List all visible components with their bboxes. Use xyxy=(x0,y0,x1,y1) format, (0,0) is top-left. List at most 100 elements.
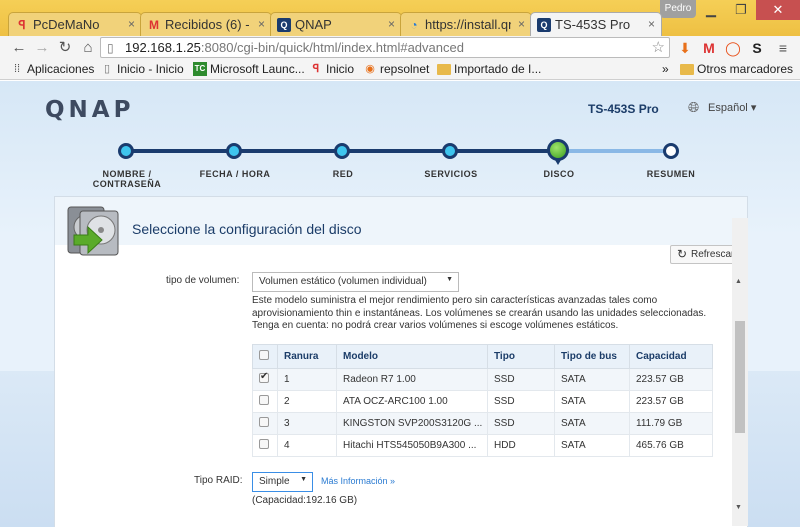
minimize-icon[interactable]: ▁ xyxy=(696,0,726,20)
bookmark-label: Otros marcadores xyxy=(697,62,794,76)
table-row[interactable]: 2 ATA OCZ-ARC100 1.00 SSD SATA 223.57 GB xyxy=(252,390,713,413)
table-row[interactable]: 4 Hitachi HTS545050B9A300 ... HDD SATA 4… xyxy=(252,434,713,457)
browser-toolbar: ← → ↻ ⌂ ▯ 192.168.1.25:8080/cgi-bin/quic… xyxy=(0,36,800,60)
dropdown-arrow-icon: ▼ xyxy=(446,276,453,283)
disk-icon xyxy=(67,206,119,256)
column-header[interactable]: Capacidad xyxy=(629,344,713,369)
table-row[interactable]: 3 KINGSTON SVP200S3120G ... SSD SATA 111… xyxy=(252,412,713,435)
type-cell: SSD xyxy=(487,368,555,391)
capacity-text: (Capacidad:192.16 GB) xyxy=(252,495,358,506)
bookmark-label: Aplicaciones xyxy=(27,62,95,76)
table-row[interactable]: 1 Radeon R7 1.00 SSD SATA 223.57 GB xyxy=(252,368,713,391)
bookmark-folder-otros[interactable]: Otros marcadores xyxy=(680,62,793,76)
slot-cell: 1 xyxy=(277,368,337,391)
tab-gmail[interactable]: M Recibidos (6) - pl × xyxy=(140,12,272,36)
repsol-icon: ◉ xyxy=(365,63,375,75)
bookmark-repsolnet[interactable]: ◉ repsolnet xyxy=(363,62,429,76)
row-checkbox[interactable] xyxy=(259,395,269,405)
panel-scrollbar[interactable]: ▲ ▼ xyxy=(732,218,748,526)
tab-ts453s[interactable]: Q TS-453S Pro × xyxy=(530,12,662,36)
menu-icon[interactable]: ≡ xyxy=(774,39,792,57)
bookmark-inicio[interactable]: ▯ Inicio - Inicio xyxy=(100,62,184,76)
column-header[interactable]: Modelo xyxy=(336,344,488,369)
wizard-progress: NOMBRE / CONTRASEÑA FECHA / HORA RED SER… xyxy=(0,139,800,199)
gmail-extension-icon[interactable]: M xyxy=(700,39,718,57)
browser-titlebar: ꟼ PcDeMaNo × M Recibidos (6) - pl × Q QN… xyxy=(0,0,800,36)
language-selector[interactable]: 🌐︎ Español ▾ xyxy=(688,99,756,115)
row-checkbox[interactable] xyxy=(259,417,269,427)
profile-badge[interactable]: Pedro xyxy=(660,0,696,18)
tab-title: https://install.qna xyxy=(425,17,511,32)
bus-cell: SATA xyxy=(554,412,630,435)
column-header[interactable]: Ranura xyxy=(277,344,337,369)
select-all-checkbox[interactable] xyxy=(259,350,269,360)
row-select-cell[interactable] xyxy=(252,368,278,391)
capacity-cell: 223.57 GB xyxy=(629,368,713,391)
step-dot-summary xyxy=(663,143,679,159)
row-checkbox[interactable] xyxy=(259,439,269,449)
column-header[interactable]: Tipo de bus xyxy=(554,344,630,369)
close-icon[interactable]: × xyxy=(518,17,525,31)
volume-type-select[interactable]: Volumen estático (volumen individual) ▼ xyxy=(252,272,459,292)
folder-icon xyxy=(680,64,694,75)
pcdemano-icon: ꟼ xyxy=(312,63,320,75)
address-bar[interactable]: ▯ 192.168.1.25:8080/cgi-bin/quick/html/i… xyxy=(100,37,670,58)
step-dot-services xyxy=(442,143,458,159)
tab-title: PcDeMaNo xyxy=(33,17,100,32)
step-label-date-time: FECHA / HORA xyxy=(199,169,271,179)
close-icon[interactable]: × xyxy=(388,17,395,31)
bookmark-label: repsolnet xyxy=(380,62,430,76)
close-icon[interactable]: × xyxy=(128,17,135,31)
model-cell: ATA OCZ-ARC100 1.00 xyxy=(336,390,488,413)
close-icon[interactable]: × xyxy=(648,17,655,31)
raid-type-select[interactable]: Simple ▼ xyxy=(252,472,313,492)
url-host: 192.168.1.25 xyxy=(125,40,201,55)
column-header[interactable]: Tipo xyxy=(487,344,555,369)
raid-type-label: Tipo RAID: xyxy=(194,475,243,486)
extension-s-icon[interactable]: S xyxy=(748,39,766,57)
scroll-up-icon[interactable]: ▲ xyxy=(735,278,742,285)
device-model: TS-453S Pro xyxy=(588,102,659,116)
forward-icon[interactable]: → xyxy=(33,39,51,57)
bookmark-apps[interactable]: ⁞⁞ Aplicaciones xyxy=(10,62,94,76)
refresh-button[interactable]: ↻ Refrescar xyxy=(670,245,741,264)
row-select-cell[interactable] xyxy=(252,390,278,413)
step-dot-date-time xyxy=(226,143,242,159)
scroll-thumb[interactable] xyxy=(735,321,745,433)
raid-type-value: Simple xyxy=(259,476,290,487)
close-icon[interactable]: × xyxy=(258,17,265,31)
volume-description: Este modelo suministra el mejor rendimie… xyxy=(252,295,707,331)
step-dot-network xyxy=(334,143,350,159)
tab-qnap[interactable]: Q QNAP × xyxy=(270,12,402,36)
row-select-cell[interactable] xyxy=(252,434,278,457)
reload-icon[interactable]: ↻ xyxy=(56,39,74,57)
page-icon: ▯ xyxy=(103,63,111,75)
extension-circle-icon[interactable]: ◯ xyxy=(724,39,742,57)
bookmark-folder-importado[interactable]: Importado de I... xyxy=(437,62,541,76)
select-all-header[interactable] xyxy=(252,344,278,369)
close-window-icon[interactable]: ✕ xyxy=(756,0,800,20)
step-label-services: SERVICIOS xyxy=(424,169,478,179)
bookmarks-bar: ⁞⁞ Aplicaciones ▯ Inicio - Inicio TC Mic… xyxy=(0,60,800,80)
step-dot-name-password xyxy=(118,143,134,159)
home-icon[interactable]: ⌂ xyxy=(79,39,97,57)
more-info-link[interactable]: Más Información » xyxy=(321,476,395,486)
scroll-down-icon[interactable]: ▼ xyxy=(735,504,742,511)
panel-title: Seleccione la configuración del disco xyxy=(132,221,362,237)
bookmark-microsoft-launch[interactable]: TC Microsoft Launc... xyxy=(193,62,305,76)
capacity-cell: 111.79 GB xyxy=(629,412,713,435)
tab-pcdemano[interactable]: ꟼ PcDeMaNo × xyxy=(8,12,142,36)
maximize-icon[interactable]: ❐ xyxy=(726,0,756,20)
more-bookmarks-button[interactable]: » xyxy=(662,62,669,76)
star-icon[interactable]: ☆ xyxy=(652,38,665,56)
extension-download-icon[interactable]: ⬇ xyxy=(676,39,694,57)
bookmark-inicio-2[interactable]: ꟼ Inicio xyxy=(309,62,354,76)
tab-install-qnap[interactable]: ◔ https://install.qna × xyxy=(400,12,532,36)
qnap-setup-page: QNAP TS-453S Pro 🌐︎ Español ▾ NOMBRE / C… xyxy=(0,81,800,527)
row-select-cell[interactable] xyxy=(252,412,278,435)
model-cell: KINGSTON SVP200S3120G ... xyxy=(336,412,488,435)
back-icon[interactable]: ← xyxy=(10,39,28,57)
type-cell: SSD xyxy=(487,412,555,435)
row-checkbox[interactable] xyxy=(259,371,269,383)
bus-cell: SATA xyxy=(554,390,630,413)
